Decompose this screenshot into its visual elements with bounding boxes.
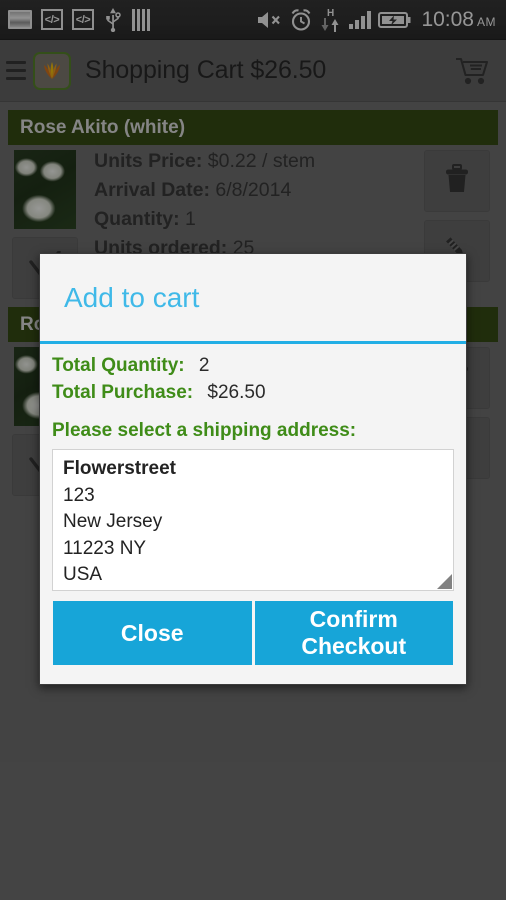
total-purchase-row: Total Purchase: $26.50 [52, 379, 454, 406]
total-quantity-label: Total Quantity: [52, 355, 185, 376]
confirm-checkout-button[interactable]: Confirm Checkout [254, 601, 453, 665]
total-purchase-label: Total Purchase: [52, 382, 194, 403]
close-button[interactable]: Close [53, 601, 252, 665]
address-city: New Jersey [63, 511, 163, 532]
dialog-body: Total Quantity: 2 Total Purchase: $26.50… [40, 344, 466, 684]
address-prompt: Please select a shipping address: [52, 420, 357, 441]
total-quantity-value: 2 [198, 355, 210, 376]
dialog-title: Add to cart [64, 281, 200, 313]
address-zip-state: 11223 NY [63, 537, 147, 559]
add-to-cart-dialog: Add to cart Total Quantity: 2 Total Purc… [39, 253, 467, 685]
dialog-title-bar: Add to cart [40, 254, 466, 344]
address-country: USA [63, 564, 103, 585]
total-purchase-value: $26.50 [207, 382, 266, 403]
address-number: 123 [63, 484, 95, 506]
shipping-address-list[interactable]: Flowerstreet 123 New Jersey 11223 NY USA [52, 449, 454, 591]
address-street-name: Flowerstreet [63, 458, 176, 479]
total-quantity-row: Total Quantity: 2 [52, 352, 454, 379]
resize-grip-icon[interactable] [437, 574, 452, 589]
dialog-action-bar: Close Confirm Checkout [52, 601, 454, 666]
phone-screen: </> </> H 10:08 AM Shopping Cart $26.50 … [0, 0, 506, 900]
